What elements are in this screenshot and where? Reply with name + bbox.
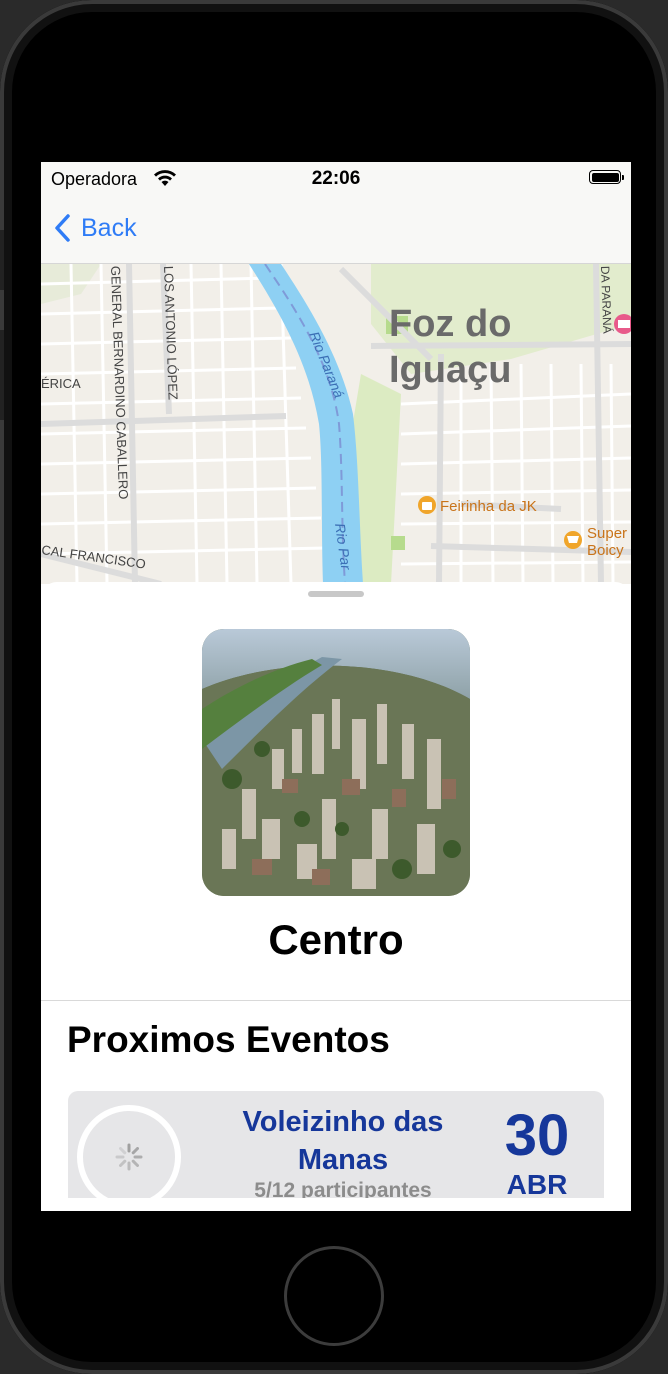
poi-label-2b: Boicy xyxy=(587,542,624,559)
loading-spinner-icon xyxy=(115,1143,143,1171)
event-card[interactable]: Voleizinho das Manas 5/12 participantes … xyxy=(68,1091,604,1211)
event-avatar xyxy=(77,1105,181,1209)
navigation-bar: Back xyxy=(41,196,631,264)
map-view[interactable]: Foz do Iguaçu Rio Paraná Rio Par GENERAL… xyxy=(41,264,631,584)
battery-icon xyxy=(589,170,624,184)
map-canvas[interactable]: Foz do Iguaçu Rio Paraná Rio Par GENERAL… xyxy=(41,264,631,584)
map-city-label-1: Foz do xyxy=(389,303,511,345)
section-title: Proximos Eventos xyxy=(67,1019,390,1060)
screen: Operadora 22:06 Back Foz do Iguaçu Rio P… xyxy=(41,162,631,1211)
map-street-label-3: ÉRICA xyxy=(41,376,81,391)
clock: 22:06 xyxy=(311,168,361,189)
chevron-left-icon xyxy=(55,214,70,242)
poi-label-1: Feirinha da JK xyxy=(440,498,537,515)
sheet-grabber[interactable] xyxy=(308,591,364,597)
bottom-sheet[interactable]: Centro Proximos Eventos Voleizinho das M… xyxy=(41,582,631,1211)
event-day: 30 xyxy=(504,1103,570,1168)
map-city-label-2: Iguaçu xyxy=(389,349,511,391)
back-button[interactable]: Back xyxy=(53,210,137,246)
side-button xyxy=(0,230,4,290)
divider xyxy=(41,1000,631,1001)
event-title: Voleizinho das Manas xyxy=(242,1106,444,1176)
status-bar: Operadora 22:06 xyxy=(41,162,631,196)
place-title: Centro xyxy=(268,916,404,963)
map-street-label-5: DA PARANÁ xyxy=(598,266,615,334)
event-month: ABR xyxy=(506,1169,568,1200)
sheet-bottom-mask xyxy=(41,1198,631,1211)
poi-label-2a: Super xyxy=(587,525,627,542)
back-label: Back xyxy=(81,213,137,242)
volume-button xyxy=(0,330,4,420)
place-photo xyxy=(202,629,470,896)
home-button[interactable] xyxy=(284,1246,384,1346)
